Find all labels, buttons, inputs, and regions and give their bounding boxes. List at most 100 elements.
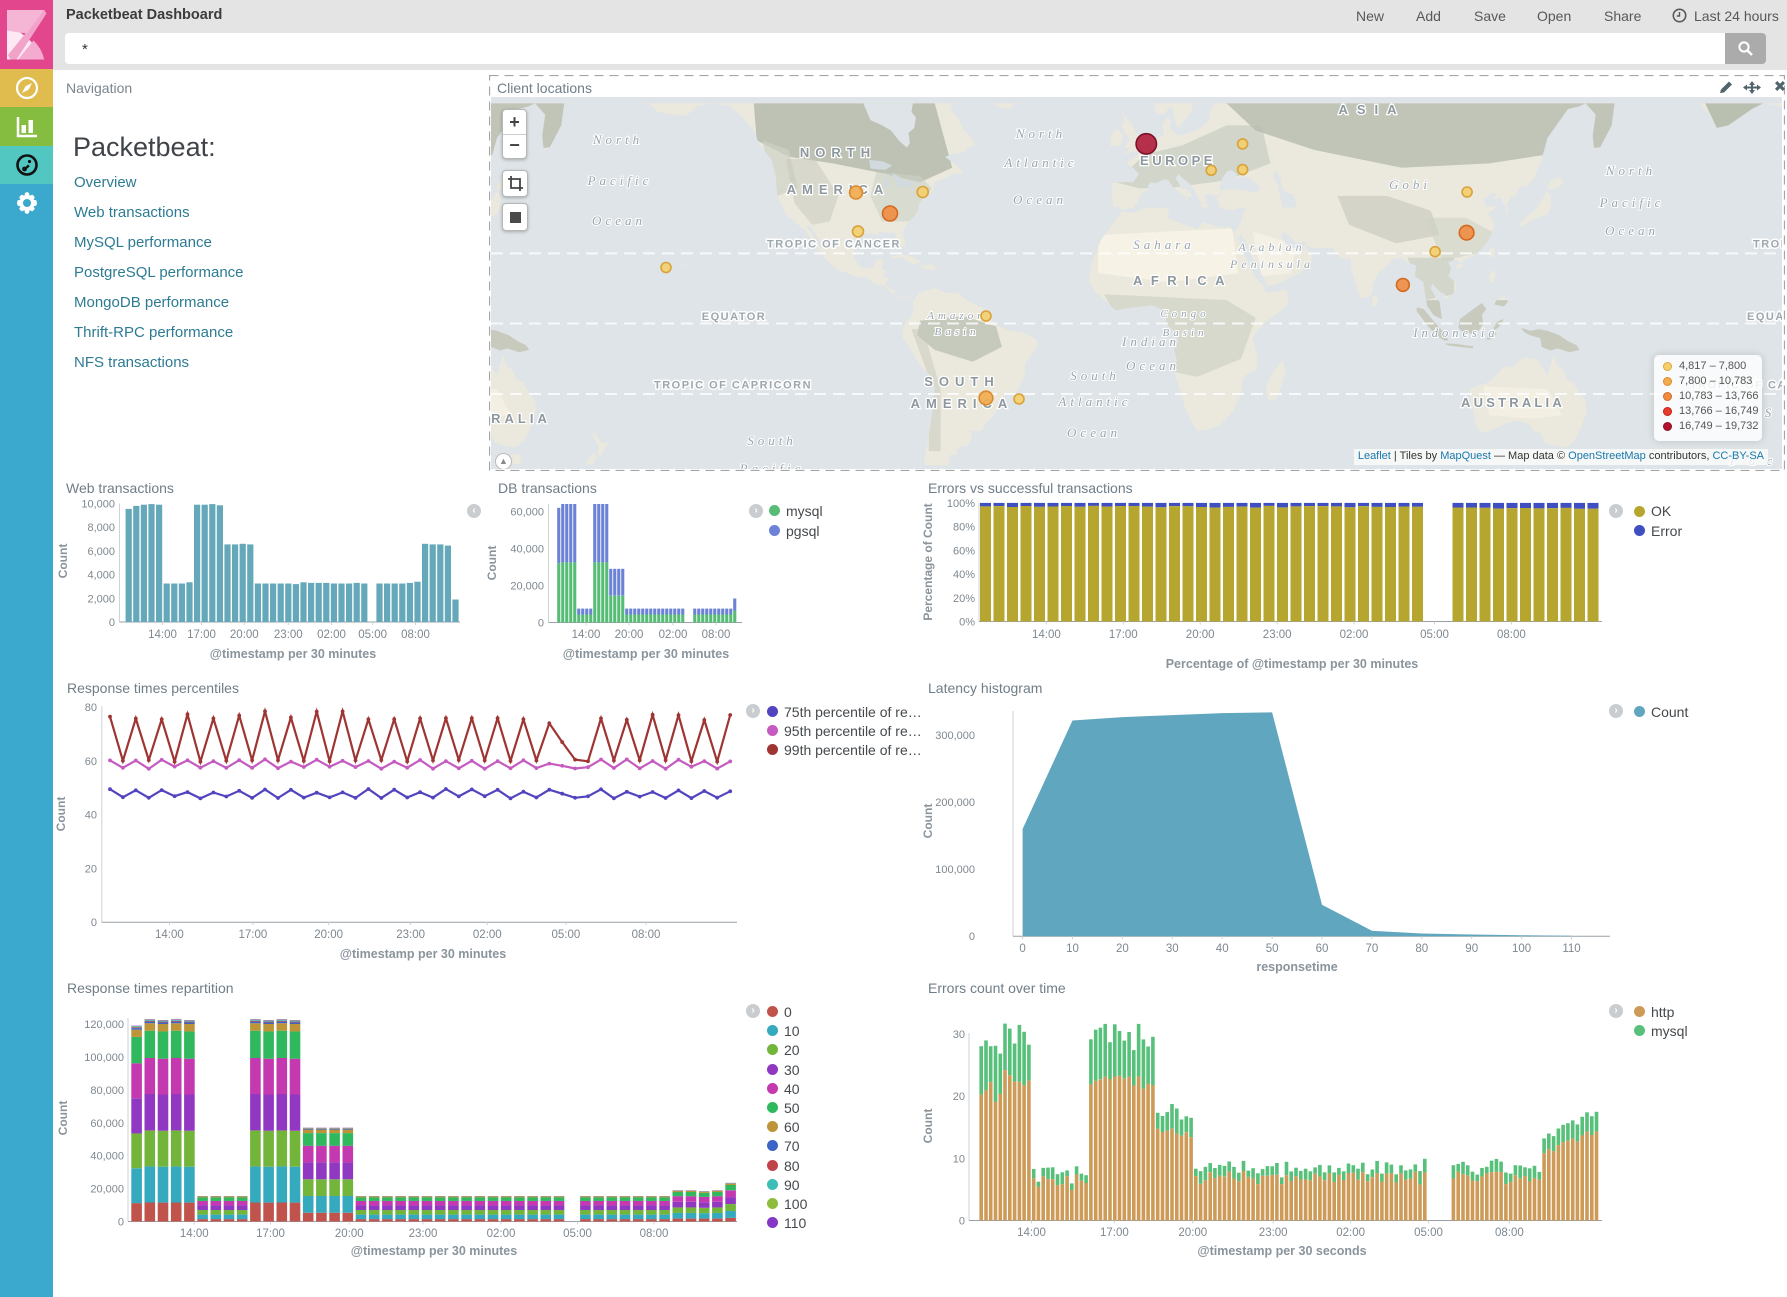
svg-text:20:00: 20:00 <box>230 629 259 641</box>
svg-text:10: 10 <box>1066 943 1079 955</box>
svg-text:110: 110 <box>1562 943 1580 955</box>
svg-text:20: 20 <box>953 1091 965 1103</box>
svg-text:02:00: 02:00 <box>487 1228 516 1240</box>
svg-text:Peninsula: Peninsula <box>1229 257 1314 271</box>
svg-text:Amazon: Amazon <box>926 310 986 322</box>
svg-text:0: 0 <box>91 917 97 929</box>
svg-text:60%: 60% <box>953 545 975 557</box>
svg-text:Ocean: Ocean <box>592 213 646 228</box>
svg-text:Count: Count <box>921 1109 935 1144</box>
svg-text:100,000: 100,000 <box>84 1052 124 1064</box>
svg-text:20: 20 <box>1116 943 1129 955</box>
svg-text:50: 50 <box>1266 943 1279 955</box>
svg-text:AMERICA: AMERICA <box>911 396 1014 411</box>
svg-text:South: South <box>747 433 797 448</box>
svg-text:23:00: 23:00 <box>1263 629 1292 641</box>
svg-text:NORTH: NORTH <box>800 145 876 160</box>
svg-text:TROPIC OF CA: TROPIC OF CA <box>1753 239 1782 251</box>
svg-text:20:00: 20:00 <box>615 629 644 641</box>
svg-text:Congo: Congo <box>1160 308 1209 320</box>
svg-text:0: 0 <box>538 618 544 630</box>
svg-text:120,000: 120,000 <box>84 1019 124 1031</box>
svg-text:Basin: Basin <box>1162 327 1207 339</box>
svg-text:80%: 80% <box>953 522 975 534</box>
svg-text:@timestamp per 30 minutes: @timestamp per 30 minutes <box>340 947 506 961</box>
svg-text:Pacific: Pacific <box>739 461 805 469</box>
svg-text:North: North <box>1015 126 1066 141</box>
svg-text:14:00: 14:00 <box>1032 629 1061 641</box>
svg-text:Arabian: Arabian <box>1237 240 1305 254</box>
svg-text:30: 30 <box>1166 943 1179 955</box>
svg-text:@timestamp per 30 seconds: @timestamp per 30 seconds <box>1197 1244 1366 1258</box>
svg-text:@timestamp per 30 minutes: @timestamp per 30 minutes <box>351 1244 517 1258</box>
svg-text:0: 0 <box>1019 943 1025 955</box>
svg-text:14:00: 14:00 <box>1017 1227 1046 1239</box>
svg-text:17:00: 17:00 <box>1100 1227 1129 1239</box>
svg-text:10,000: 10,000 <box>81 499 115 511</box>
svg-text:23:00: 23:00 <box>274 629 303 641</box>
svg-text:8,000: 8,000 <box>87 522 115 534</box>
svg-text:30: 30 <box>953 1029 965 1041</box>
svg-text:300,000: 300,000 <box>935 730 975 742</box>
svg-text:Ocean: Ocean <box>1067 425 1121 440</box>
svg-text:Atlantic: Atlantic <box>1057 394 1131 409</box>
svg-text:80: 80 <box>85 702 97 714</box>
svg-text:60: 60 <box>1316 943 1329 955</box>
svg-text:4,000: 4,000 <box>87 570 115 582</box>
svg-text:@timestamp per 30 minutes: @timestamp per 30 minutes <box>210 647 376 661</box>
svg-text:14:00: 14:00 <box>155 929 184 941</box>
svg-text:17:00: 17:00 <box>187 629 216 641</box>
svg-text:14:00: 14:00 <box>180 1228 209 1240</box>
svg-text:Count: Count <box>486 546 499 581</box>
svg-text:Gobi: Gobi <box>1389 177 1431 192</box>
svg-text:Ocean: Ocean <box>1126 358 1180 373</box>
svg-text:TROPIC OF CANCER: TROPIC OF CANCER <box>767 239 901 251</box>
svg-text:02:00: 02:00 <box>473 929 502 941</box>
svg-text:02:00: 02:00 <box>659 629 688 641</box>
svg-text:AMERICA: AMERICA <box>787 182 890 197</box>
svg-text:10: 10 <box>953 1153 965 1165</box>
svg-text:100: 100 <box>1512 943 1531 955</box>
svg-text:08:00: 08:00 <box>702 629 731 641</box>
svg-text:20:00: 20:00 <box>314 929 343 941</box>
svg-text:08:00: 08:00 <box>1495 1227 1524 1239</box>
svg-text:14:00: 14:00 <box>572 629 601 641</box>
svg-text:SOUTH: SOUTH <box>924 374 1000 389</box>
svg-text:17:00: 17:00 <box>239 929 268 941</box>
svg-text:South: South <box>1070 368 1120 383</box>
svg-text:20%: 20% <box>953 593 975 605</box>
svg-text:20,000: 20,000 <box>90 1184 124 1196</box>
svg-text:Percentage of @timestamp per 3: Percentage of @timestamp per 30 minutes <box>1166 657 1419 671</box>
svg-text:100,000: 100,000 <box>935 864 975 876</box>
svg-text:60,000: 60,000 <box>510 507 544 519</box>
svg-text:Ocean: Ocean <box>1013 192 1067 207</box>
svg-text:North: North <box>1605 163 1656 178</box>
svg-text:EUROPE: EUROPE <box>1140 153 1216 168</box>
svg-text:40: 40 <box>85 810 97 822</box>
svg-text:05:00: 05:00 <box>1420 629 1449 641</box>
svg-text:0%: 0% <box>959 617 975 629</box>
svg-text:AUSTRALIA: AUSTRALIA <box>1461 395 1565 410</box>
svg-text:23:00: 23:00 <box>1259 1227 1288 1239</box>
svg-text:20,000: 20,000 <box>510 581 544 593</box>
svg-text:AFRICA: AFRICA <box>1133 273 1233 288</box>
svg-text:40,000: 40,000 <box>90 1151 124 1163</box>
svg-text:70: 70 <box>1366 943 1379 955</box>
svg-text:Sahara: Sahara <box>1133 237 1195 252</box>
svg-text:02:00: 02:00 <box>317 629 346 641</box>
svg-text:0: 0 <box>969 931 975 943</box>
svg-text:20:00: 20:00 <box>1186 629 1215 641</box>
svg-text:100%: 100% <box>947 498 975 510</box>
svg-text:ASIA: ASIA <box>1338 102 1405 117</box>
svg-text:S: S <box>1765 405 1776 420</box>
svg-text:05:00: 05:00 <box>563 1228 592 1240</box>
svg-text:08:00: 08:00 <box>1497 629 1526 641</box>
svg-text:23:00: 23:00 <box>396 929 425 941</box>
svg-text:60,000: 60,000 <box>90 1118 124 1130</box>
svg-text:EQUATOR: EQUATOR <box>702 311 767 323</box>
svg-text:6,000: 6,000 <box>87 546 115 558</box>
svg-text:40,000: 40,000 <box>510 544 544 556</box>
svg-text:200,000: 200,000 <box>935 797 975 809</box>
svg-text:Count: Count <box>921 804 935 839</box>
svg-text:23:00: 23:00 <box>409 1228 438 1240</box>
